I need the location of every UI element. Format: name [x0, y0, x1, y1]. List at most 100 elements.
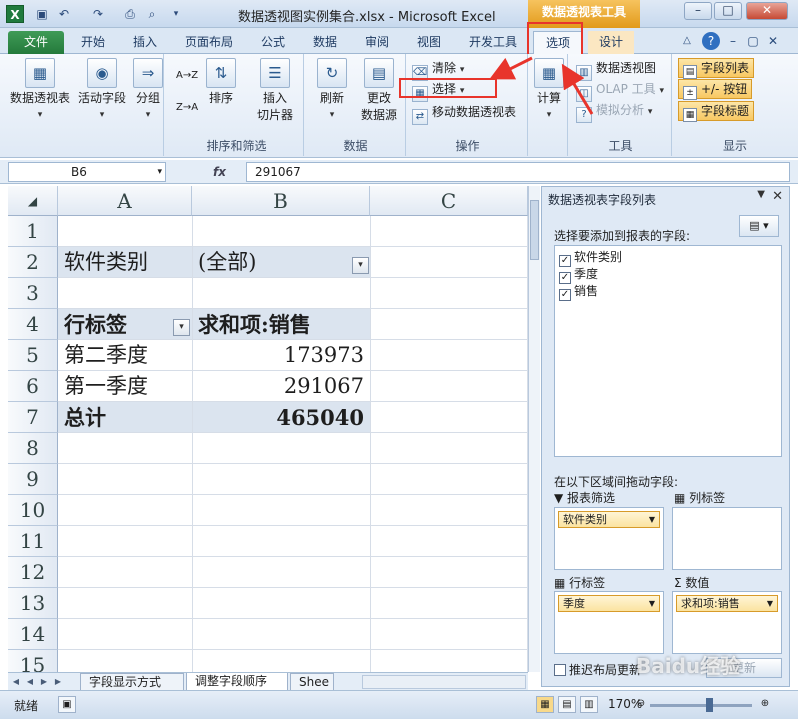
help-icon[interactable]: ?	[702, 32, 720, 50]
field-headers-toggle[interactable]: ▦ 字段标题	[678, 101, 755, 122]
pane-menu-icon[interactable]: ▼	[757, 189, 765, 200]
cell-a5-label[interactable]: 第二季度	[58, 340, 192, 371]
insert-function-button[interactable]: fx	[176, 162, 236, 182]
refresh-button[interactable]: ↻ 刷新 ▾	[312, 58, 352, 124]
report-filter-area[interactable]: 软件类别 ▼	[554, 507, 664, 570]
move-pivottable-button[interactable]: ⇄ 移动数据透视表	[412, 102, 516, 125]
values-area[interactable]: 求和项:销售 ▼	[672, 591, 782, 654]
row-header[interactable]: 3	[8, 278, 58, 309]
first-sheet-icon[interactable]: ◀	[10, 675, 22, 688]
sort-button[interactable]: ⇅ 排序	[204, 58, 238, 107]
cell-b2-filter-value[interactable]: (全部)	[192, 247, 370, 278]
customize-qat-icon[interactable]: ▾	[168, 6, 184, 22]
worksheet-grid[interactable]: ◢ A B C 1 2 3 4 5 6 7 8 9 10 11 12 13 14 15 软件类别 (全部) …	[8, 186, 528, 672]
zoom-out-icon[interactable]: ⊖	[632, 696, 650, 713]
active-field-button[interactable]: ◉ 活动字段 ▾	[74, 58, 130, 124]
close-button[interactable]: ✕	[746, 2, 788, 20]
filter-dropdown-button[interactable]: ▾	[352, 257, 369, 274]
row-header[interactable]: 15	[8, 650, 58, 672]
formula-input[interactable]: 291067	[246, 162, 790, 182]
field-item[interactable]: ✓ 软件类别	[559, 249, 777, 267]
tab-developer[interactable]: 开发工具	[460, 31, 526, 54]
report-filter-chip[interactable]: 软件类别 ▼	[558, 511, 660, 528]
sheet-tab-3[interactable]: Shee	[290, 673, 334, 691]
cell-a4-row-labels[interactable]: 行标签	[58, 309, 192, 340]
tab-data[interactable]: 数据	[304, 31, 346, 54]
cell-b4-sum-header[interactable]: 求和项:销售	[192, 309, 370, 340]
print-icon[interactable]: ⎙	[122, 6, 138, 22]
checkbox-unchecked-icon[interactable]	[554, 664, 566, 676]
prev-sheet-icon[interactable]: ◀	[24, 675, 36, 688]
field-list[interactable]: ✓ 软件类别 ✓ 季度 ✓ 销售	[554, 245, 782, 457]
row-header[interactable]: 11	[8, 526, 58, 557]
select-all-corner[interactable]: ◢	[8, 186, 58, 216]
zoom-slider-thumb[interactable]	[706, 698, 713, 712]
row-header[interactable]: 7	[8, 402, 58, 433]
checkbox-checked-icon[interactable]: ✓	[559, 289, 571, 301]
column-header-a[interactable]: A	[58, 186, 192, 216]
cell-a2-filter-label[interactable]: 软件类别	[58, 247, 192, 278]
next-sheet-icon[interactable]: ▶	[38, 675, 50, 688]
excel-app-icon[interactable]: X	[6, 5, 24, 23]
tab-view[interactable]: 视图	[408, 31, 450, 54]
name-box[interactable]: B6 ▾	[8, 162, 166, 182]
what-if-button[interactable]: ? 模拟分析 ▾	[576, 100, 652, 123]
sheet-tab-2[interactable]: 调整字段顺序	[186, 673, 288, 691]
pane-layout-button[interactable]: ▤ ▾	[739, 215, 779, 237]
column-labels-area[interactable]	[672, 507, 782, 570]
row-labels-chip[interactable]: 季度 ▼	[558, 595, 660, 612]
group-button[interactable]: ⇒ 分组 ▾	[132, 58, 164, 124]
row-header[interactable]: 9	[8, 464, 58, 495]
page-layout-view-icon[interactable]: ▤	[558, 696, 576, 713]
row-header[interactable]: 6	[8, 371, 58, 402]
tab-insert[interactable]: 插入	[124, 31, 166, 54]
row-labels-area[interactable]: 季度 ▼	[554, 591, 664, 654]
row-header[interactable]: 12	[8, 557, 58, 588]
tab-home[interactable]: 开始	[72, 31, 114, 54]
sort-ascending-button[interactable]: A→Z	[176, 66, 198, 86]
horizontal-scrollbar[interactable]	[362, 675, 526, 689]
maximize-button[interactable]: □	[714, 2, 742, 20]
row-header[interactable]: 14	[8, 619, 58, 650]
zoom-in-icon[interactable]: ⊕	[756, 696, 774, 713]
chevron-down-icon[interactable]: ▾	[157, 163, 162, 181]
field-item[interactable]: ✓ 销售	[559, 283, 777, 301]
pivottable-button[interactable]: ▦ 数据透视表 ▾	[8, 58, 72, 124]
tab-file[interactable]: 文件	[8, 31, 64, 54]
row-header[interactable]: 8	[8, 433, 58, 464]
tab-page-layout[interactable]: 页面布局	[176, 31, 242, 54]
row-header[interactable]: 1	[8, 216, 58, 247]
macro-record-icon[interactable]: ▣	[58, 696, 76, 713]
cell-b6-value[interactable]: 291067	[192, 371, 370, 402]
tab-design[interactable]: 设计	[588, 31, 634, 54]
collapse-ribbon-icon[interactable]: △	[678, 32, 696, 50]
workbook-minimize-icon[interactable]: –	[724, 32, 742, 50]
row-header[interactable]: 4	[8, 309, 58, 340]
workbook-restore-icon[interactable]: ▢	[744, 32, 762, 50]
undo-icon[interactable]: ↶	[56, 6, 72, 22]
sort-descending-button[interactable]: Z→A	[176, 98, 198, 118]
page-break-view-icon[interactable]: ▥	[580, 696, 598, 713]
tab-review[interactable]: 审阅	[356, 31, 398, 54]
workbook-close-icon[interactable]: ✕	[764, 32, 782, 50]
row-header[interactable]: 5	[8, 340, 58, 371]
save-icon[interactable]: ▣	[34, 6, 50, 22]
row-header[interactable]: 2	[8, 247, 58, 278]
row-header[interactable]: 10	[8, 495, 58, 526]
minimize-button[interactable]: –	[684, 2, 712, 20]
normal-view-icon[interactable]: ▦	[536, 696, 554, 713]
cell-b5-value[interactable]: 173973	[192, 340, 370, 371]
zoom-slider[interactable]	[650, 704, 752, 707]
print-preview-icon[interactable]: ⌕	[144, 6, 160, 22]
last-sheet-icon[interactable]: ▶	[52, 675, 64, 688]
column-header-c[interactable]: C	[370, 186, 528, 216]
redo-icon[interactable]: ↷	[90, 6, 106, 22]
pane-close-icon[interactable]: ✕	[772, 189, 783, 204]
clear-button[interactable]: ⌫ 清除 ▾	[412, 58, 464, 81]
sheet-tab-1[interactable]: 字段显示方式	[80, 673, 184, 691]
column-header-b[interactable]: B	[192, 186, 370, 216]
calculations-button[interactable]: ▦ 计算 ▾	[532, 58, 566, 124]
olap-tools-button[interactable]: ◫ OLAP 工具 ▾	[576, 79, 664, 102]
values-chip[interactable]: 求和项:销售 ▼	[676, 595, 778, 612]
row-labels-dropdown-button[interactable]: ▾	[173, 319, 190, 336]
